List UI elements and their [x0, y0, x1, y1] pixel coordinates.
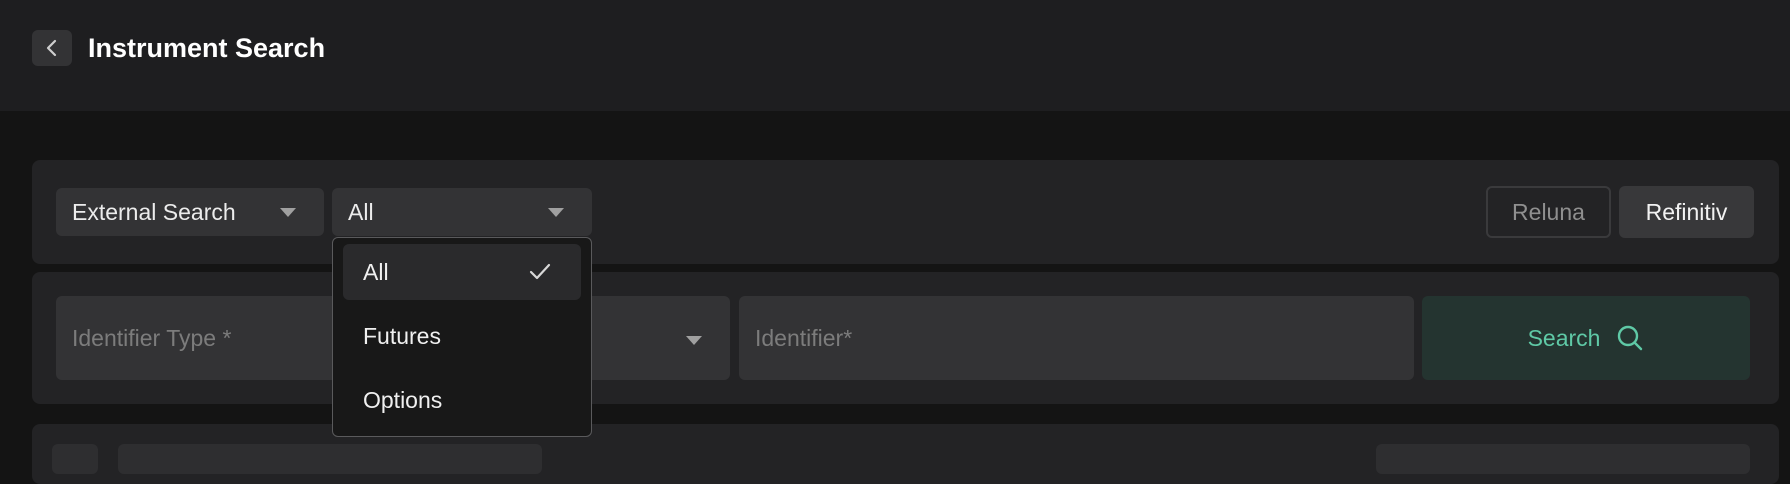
results-toolbar-action[interactable]: [1376, 444, 1750, 474]
check-icon: [529, 263, 551, 280]
search-button-label: Search: [1527, 324, 1601, 351]
dropdown-option-options[interactable]: Options: [343, 372, 581, 428]
identifier-placeholder: Identifier*: [755, 324, 853, 351]
source-refinitiv-button[interactable]: Refinitiv: [1619, 186, 1754, 238]
source-reluna-button[interactable]: Reluna: [1486, 186, 1611, 238]
app-header: Instrument Search: [0, 0, 1790, 111]
caret-down-icon: [280, 208, 296, 217]
results-toolbar-control[interactable]: [52, 444, 98, 474]
identifier-type-placeholder: Identifier Type *: [72, 324, 232, 351]
option-label: All: [363, 258, 389, 285]
instrument-type-select[interactable]: All: [332, 188, 592, 236]
instrument-type-dropdown: All Futures Options: [332, 237, 592, 437]
identifier-input[interactable]: Identifier*: [739, 296, 1414, 380]
search-icon: [1618, 325, 1643, 351]
caret-down-icon: [686, 336, 702, 345]
back-button[interactable]: [32, 30, 72, 66]
search-mode-value: External Search: [72, 198, 236, 225]
instrument-type-value: All: [348, 198, 374, 225]
search-button[interactable]: Search: [1422, 296, 1750, 380]
search-mode-select[interactable]: External Search: [56, 188, 324, 236]
caret-down-icon: [548, 208, 564, 217]
dropdown-option-all[interactable]: All: [343, 244, 581, 300]
chevron-left-icon: [46, 39, 57, 57]
page-title: Instrument Search: [88, 33, 326, 63]
results-filter-input[interactable]: [118, 444, 542, 474]
option-label: Options: [363, 386, 443, 413]
dropdown-option-futures[interactable]: Futures: [343, 308, 581, 364]
option-label: Futures: [363, 322, 441, 349]
